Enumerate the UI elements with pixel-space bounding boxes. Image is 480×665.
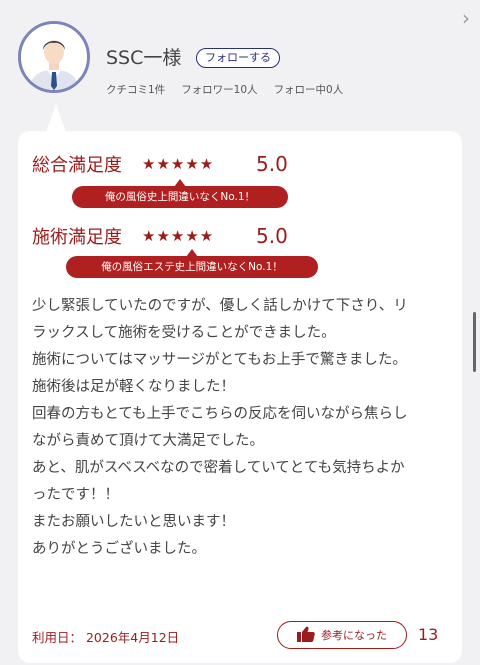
treatment-score: 5.0 — [256, 224, 288, 248]
overall-rating-row: 総合満足度 ★★★★★ 5.0 — [32, 151, 288, 177]
follow-button[interactable]: フォローする — [196, 48, 280, 68]
overall-score: 5.0 — [256, 152, 288, 176]
review-card: 総合満足度 ★★★★★ 5.0 俺の風俗史上間違いなくNo.1！ 施術満足度 ★… — [18, 131, 462, 663]
review-line: ったです！！ — [32, 487, 119, 503]
scrollbar[interactable] — [473, 312, 476, 372]
review-count[interactable]: クチコミ1件 — [106, 82, 165, 97]
user-stats: クチコミ1件 フォロワー10人 フォロー中0人 — [106, 82, 343, 97]
review-line: あと、肌がスベスベなので密着していてとても気持ちよか — [32, 460, 405, 476]
review-line: ラックスして施術を受けることができました。 — [32, 325, 336, 341]
bubble-tail — [46, 104, 66, 132]
treatment-rating-row: 施術満足度 ★★★★★ 5.0 — [32, 223, 288, 249]
follower-count[interactable]: フォロワー10人 — [181, 82, 257, 97]
review-line: 少し緊張していたのですが、優しく話しかけて下さり、リ — [32, 298, 408, 314]
treatment-rating-label: 施術満足度 — [32, 227, 122, 248]
username[interactable]: SSC一様 — [106, 46, 181, 70]
helpful-button-label: 参考になった — [321, 629, 387, 642]
overall-rating-label: 総合満足度 — [32, 155, 122, 176]
helpful-count: 13 — [418, 625, 439, 644]
review-line: 施術についてはマッサージがとてもお上手で驚きました。 — [32, 352, 407, 368]
review-line: 回春の方もとても上手でこちらの反応を伺いながら焦らし — [32, 406, 408, 422]
review-line: ながら責めて頂けて大満足でした。 — [32, 433, 264, 449]
overall-rating-tag: 俺の風俗史上間違いなくNo.1！ — [72, 179, 288, 208]
treatment-stars: ★★★★★ — [142, 227, 215, 245]
avatar[interactable] — [18, 21, 90, 93]
following-count[interactable]: フォロー中0人 — [274, 82, 344, 97]
treatment-rating-tag: 俺の風俗エステ史上間違いなくNo.1！ — [66, 249, 318, 278]
helpful-button[interactable]: 参考になった — [277, 621, 407, 649]
review-line: ありがとうございました。 — [32, 541, 206, 557]
thumbs-up-icon — [297, 626, 315, 645]
chevron-right-icon[interactable]: › — [462, 8, 470, 28]
review-line: 施術後は足が軽くなりました！ — [32, 379, 235, 395]
usage-date: 利用日： 2026年4月12日 — [32, 630, 180, 645]
review-text: 少し緊張していたのですが、優しく話しかけて下さり、リ ラックスして施術を受けるこ… — [32, 293, 458, 563]
review-line: またお願いしたいと思います！ — [32, 514, 235, 530]
overall-stars: ★★★★★ — [142, 155, 215, 173]
